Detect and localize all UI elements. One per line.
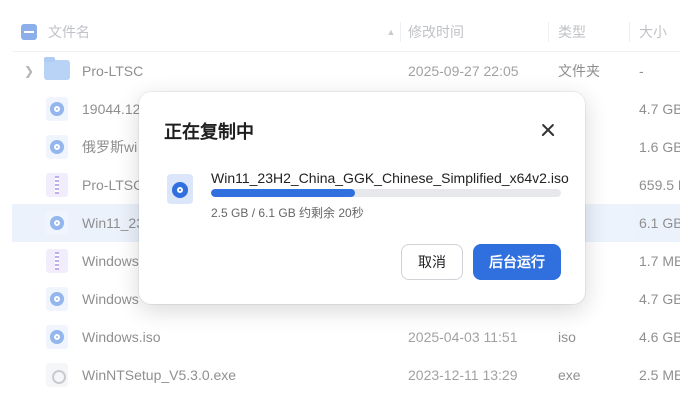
file-name: Win11_23 xyxy=(82,215,145,231)
file-size: 4.6 GB xyxy=(639,329,680,345)
file-size: 4.7 GB xyxy=(639,291,680,307)
run-in-background-button[interactable]: 后台运行 xyxy=(473,244,561,280)
copy-progress-dialog: 正在复制中 Win11_23H2_China_GGK_Chinese_Simpl… xyxy=(139,92,585,304)
file-size: - xyxy=(639,63,644,79)
file-size: 2.5 MB xyxy=(639,367,680,383)
chevron-right-icon[interactable]: ❯ xyxy=(24,52,34,90)
column-divider[interactable] xyxy=(629,22,630,42)
column-modified-header[interactable]: 修改时间 xyxy=(408,14,464,51)
file-name: Pro-LTSC xyxy=(82,63,144,79)
disc-image-icon xyxy=(46,135,68,159)
file-size: 659.5 K xyxy=(639,177,680,193)
column-divider[interactable] xyxy=(548,22,549,42)
file-type: exe xyxy=(558,367,581,383)
table-row[interactable]: Windows.iso 2025-04-03 11:51 iso 4.6 GB xyxy=(12,318,680,356)
folder-icon xyxy=(44,57,70,80)
file-name: 俄罗斯wi xyxy=(82,139,138,155)
disc-image-icon xyxy=(46,287,68,311)
file-size: 1.6 GB xyxy=(639,139,680,155)
file-size: 4.7 GB xyxy=(639,101,680,117)
file-name: Windows xyxy=(82,291,139,307)
copy-progress-fill xyxy=(211,189,355,197)
file-size: 1.7 MB xyxy=(639,253,680,269)
sort-icon[interactable]: ▲ xyxy=(385,14,397,51)
column-divider[interactable] xyxy=(400,22,401,42)
table-row[interactable]: WinNTSetup_V5.3.0.exe 2023-12-11 13:29 e… xyxy=(12,356,680,394)
disc-image-icon xyxy=(167,174,193,204)
column-name-header[interactable]: 文件名 xyxy=(48,14,90,51)
file-date: 2023-12-11 13:29 xyxy=(408,367,518,383)
disc-image-icon xyxy=(46,97,68,121)
file-name: 19044.12 xyxy=(82,101,141,117)
file-type: iso xyxy=(558,329,576,345)
select-all-checkbox[interactable] xyxy=(21,24,37,40)
copying-file-name: Win11_23H2_China_GGK_Chinese_Simplified_… xyxy=(211,170,569,186)
copy-progress-bar xyxy=(211,189,561,197)
column-type-header[interactable]: 类型 xyxy=(558,14,586,51)
archive-icon xyxy=(46,173,68,197)
close-icon[interactable] xyxy=(536,118,560,142)
file-type: 文件夹 xyxy=(558,63,600,79)
file-name: WinNTSetup_V5.3.0.exe xyxy=(82,367,237,383)
disc-image-icon xyxy=(46,325,68,349)
file-date: 2025-09-27 22:05 xyxy=(408,63,519,79)
file-name: Windows xyxy=(82,253,139,269)
archive-icon xyxy=(46,249,68,273)
copy-status-text: 2.5 GB / 6.1 GB 约剩余 20秒 xyxy=(211,206,364,220)
cancel-button[interactable]: 取消 xyxy=(401,244,463,280)
file-name: Pro-LTSC xyxy=(82,177,144,193)
table-row[interactable]: ❯ Pro-LTSC 2025-09-27 22:05 文件夹 - xyxy=(12,52,680,90)
exe-icon xyxy=(46,363,68,387)
file-list-header: 文件名 ▲ 修改时间 类型 大小 xyxy=(12,14,680,52)
dialog-title: 正在复制中 xyxy=(164,122,254,142)
file-size: 6.1 GB xyxy=(639,215,680,231)
file-date: 2025-04-03 11:51 xyxy=(408,329,518,345)
disc-image-icon xyxy=(46,211,68,235)
column-size-header[interactable]: 大小 xyxy=(639,14,667,51)
file-name: Windows.iso xyxy=(82,329,161,345)
